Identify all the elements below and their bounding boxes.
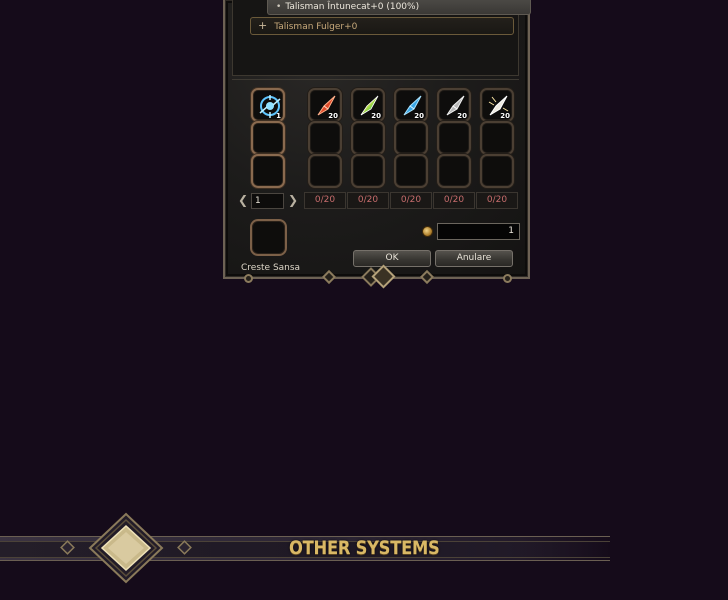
main-item-slot-empty[interactable] [251, 154, 285, 188]
material-counter: 0/20 [476, 192, 518, 209]
material-slot-empty[interactable] [480, 154, 514, 188]
material-slot-empty[interactable] [351, 121, 385, 155]
material-slot-4[interactable]: 20 [437, 88, 471, 122]
banner-emblem-icon [60, 512, 192, 584]
material-counter: 0/20 [433, 192, 475, 209]
material-slot-empty[interactable] [308, 121, 342, 155]
material-slot-empty[interactable] [308, 154, 342, 188]
recipe-item-label: Talisman Întunecat+0 (100%) [285, 2, 420, 12]
main-item-slot[interactable]: 1 [251, 88, 285, 122]
item-quantity: 20 [328, 112, 338, 120]
material-slot-3[interactable]: 20 [394, 88, 428, 122]
item-quantity: 20 [414, 112, 424, 120]
bullet-icon: • [276, 2, 282, 12]
material-slot-empty[interactable] [351, 154, 385, 188]
gold-input[interactable]: 1 [437, 223, 520, 240]
material-slot-5[interactable]: 20 [480, 88, 514, 122]
item-quantity: 20 [457, 112, 467, 120]
page-input[interactable]: 1 [251, 193, 284, 209]
material-slot-1[interactable]: 20 [308, 88, 342, 122]
chevron-right-icon[interactable]: ❯ [288, 194, 298, 206]
chevron-left-icon[interactable]: ❮ [238, 194, 248, 206]
chance-booster-slot[interactable] [250, 219, 287, 256]
ornament [503, 274, 512, 283]
material-counter: 0/20 [347, 192, 389, 209]
material-slot-2[interactable]: 20 [351, 88, 385, 122]
cancel-button[interactable]: Anulare [435, 250, 513, 267]
item-quantity: 1 [276, 112, 281, 120]
recipe-list-item-selected[interactable]: • Talisman Întunecat+0 (100%) [267, 0, 531, 15]
section-title: OTHER SYSTEMS [289, 537, 440, 559]
chance-label: Creste Sansa [241, 263, 301, 273]
material-slot-empty[interactable] [437, 121, 471, 155]
plus-icon[interactable]: + [258, 19, 267, 32]
ornament [244, 274, 253, 283]
item-quantity: 20 [500, 112, 510, 120]
item-quantity: 20 [371, 112, 381, 120]
material-slot-empty[interactable] [394, 154, 428, 188]
recipe-list-item-collapsed[interactable]: + Talisman Fulger+0 [250, 17, 514, 35]
ok-button[interactable]: OK [353, 250, 431, 267]
divider [232, 79, 519, 80]
material-slot-empty[interactable] [394, 121, 428, 155]
coin-icon [422, 226, 433, 237]
material-slot-empty[interactable] [480, 121, 514, 155]
recipe-item-label: Talisman Fulger+0 [274, 22, 358, 32]
main-item-slot-empty[interactable] [251, 121, 285, 155]
material-counter: 0/20 [390, 192, 432, 209]
material-slot-empty[interactable] [437, 154, 471, 188]
material-counter: 0/20 [304, 192, 346, 209]
